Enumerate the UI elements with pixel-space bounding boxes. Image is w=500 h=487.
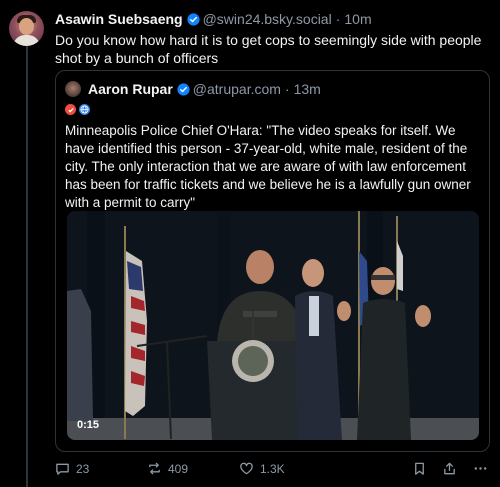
quote-badges xyxy=(65,104,90,115)
video-duration: 0:15 xyxy=(77,419,100,431)
thread-line xyxy=(26,46,28,487)
quote-author-display-name[interactable]: Aaron Rupar xyxy=(88,81,173,97)
quote-author-handle[interactable]: @atrupar.com xyxy=(193,81,281,97)
author-handle[interactable]: @swin24.bsky.social xyxy=(203,11,332,27)
post-time[interactable]: 10m xyxy=(344,11,371,27)
quote-header: Aaron Rupar @atrupar.com · 13m xyxy=(65,81,321,97)
share-button[interactable] xyxy=(442,461,457,476)
repost-icon xyxy=(149,462,160,475)
reply-icon xyxy=(56,463,69,475)
reply-button[interactable]: 23 xyxy=(55,461,89,476)
share-icon xyxy=(444,462,455,475)
author-display-name[interactable]: Asawin Suebsaeng xyxy=(55,11,183,27)
action-bar: 23 409 1.3K xyxy=(55,461,490,479)
like-count: 1.3K xyxy=(260,461,285,476)
verified-icon xyxy=(187,12,200,26)
bookmark-button[interactable] xyxy=(412,461,427,476)
video-thumbnail xyxy=(67,211,479,440)
video-player[interactable]: 0:15 xyxy=(67,211,479,440)
separator-dot: · xyxy=(284,81,290,97)
author-avatar[interactable] xyxy=(9,11,44,46)
check-badge-icon xyxy=(65,104,76,115)
post-header: Asawin Suebsaeng @swin24.bsky.social · 1… xyxy=(55,11,372,27)
quote-author-avatar[interactable] xyxy=(65,81,81,97)
verified-icon xyxy=(177,82,190,96)
like-button[interactable]: 1.3K xyxy=(239,461,285,476)
reply-count: 23 xyxy=(76,461,90,476)
post-text: Do you know how hard it is to get cops t… xyxy=(55,32,482,66)
separator-dot: · xyxy=(335,11,341,27)
quote-post[interactable]: Aaron Rupar @atrupar.com · 13m Minneapol… xyxy=(55,70,490,452)
repost-button[interactable]: 409 xyxy=(147,461,188,476)
globe-icon xyxy=(79,104,90,115)
bookmark-icon xyxy=(415,462,424,475)
more-options-button[interactable] xyxy=(473,461,488,476)
more-icon xyxy=(474,467,487,470)
quote-time[interactable]: 13m xyxy=(294,81,321,97)
quote-text: Minneapolis Police Chief O'Hara: "The vi… xyxy=(65,123,471,210)
heart-icon xyxy=(240,462,253,475)
repost-count: 409 xyxy=(168,461,189,476)
